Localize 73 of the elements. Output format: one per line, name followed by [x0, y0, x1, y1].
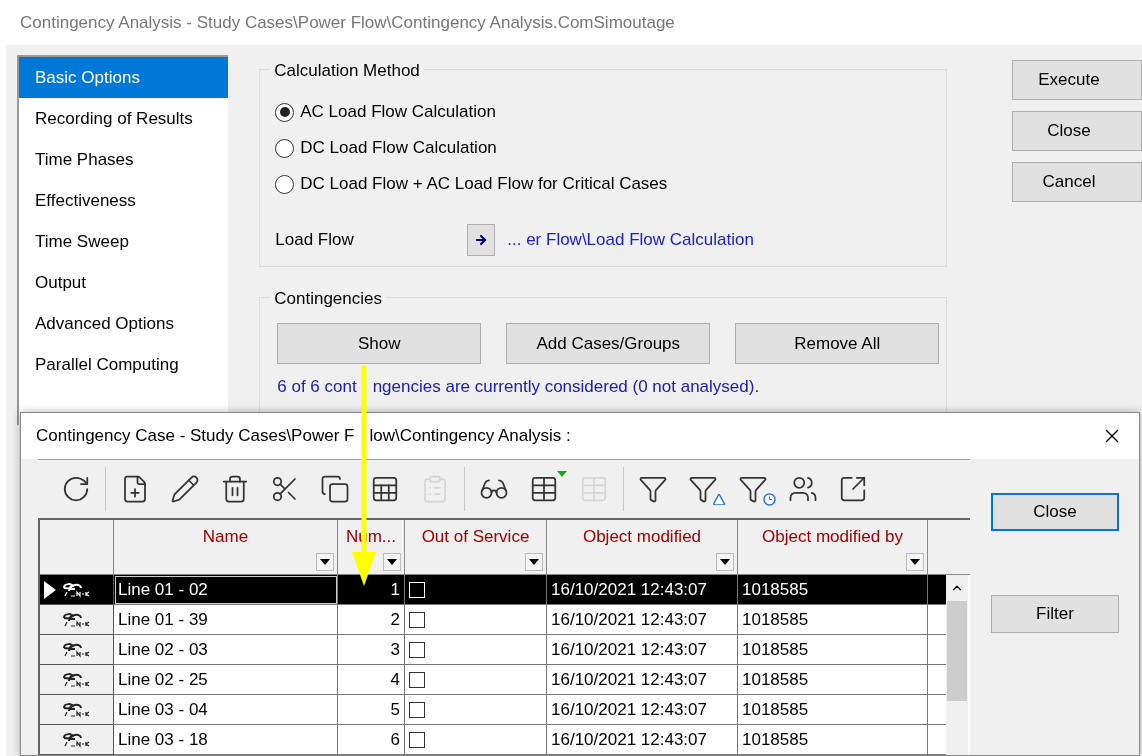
table-cell: 4 — [338, 665, 405, 695]
load-flow-link[interactable]: ... er Flow\Load Flow Calculation — [507, 227, 754, 253]
checkbox[interactable] — [409, 611, 425, 628]
dialog-button[interactable]: Cancel — [1012, 162, 1142, 202]
table-cell: 1018585 — [738, 575, 928, 605]
table-cell: Line 01 - 39 — [114, 605, 338, 635]
table-cell: Line 02 - 03 — [114, 635, 338, 665]
dialog-button[interactable]: Execute — [1012, 60, 1142, 100]
column-header[interactable]: Object modified — [582, 524, 702, 550]
row-header[interactable] — [40, 605, 114, 635]
column-header[interactable]: Name — [202, 524, 249, 550]
checkbox[interactable] — [409, 701, 425, 718]
sidebar-item[interactable]: Basic Options — [19, 57, 229, 98]
row-header[interactable] — [40, 725, 114, 755]
row-header[interactable] — [40, 695, 114, 725]
table-cell: 5 — [338, 695, 405, 725]
dialog-title: Contingency Case - Study Cases\Power F — [36, 425, 355, 448]
table-cell: 6 — [338, 725, 405, 755]
checkbox[interactable] — [409, 641, 425, 658]
column-header[interactable]: Out of Service — [421, 524, 530, 550]
action-button[interactable]: Add Cases/Groups — [506, 323, 711, 364]
radio-button[interactable] — [275, 174, 295, 194]
table-cell: 16/10/2021 12:43:07 — [547, 605, 738, 635]
scrollbar[interactable] — [946, 575, 968, 755]
table-cell: 16/10/2021 12:43:07 — [547, 635, 738, 665]
field-label: Load Flow — [275, 229, 355, 252]
arrow-icon — [474, 233, 489, 247]
row-header[interactable] — [40, 635, 114, 665]
table-cell: 2 — [338, 605, 405, 635]
sidebar-item[interactable]: Advanced Options — [19, 303, 229, 344]
contingency-icon — [61, 581, 91, 598]
table-cell: Line 01 - 02 — [114, 575, 338, 605]
radio-label: AC Load Flow Calculation — [300, 101, 496, 124]
contingency-icon — [61, 641, 91, 658]
status-text: 6 of 6 cont — [277, 376, 357, 398]
dialog-title: low\Contingency Analysis : — [369, 425, 571, 448]
sidebar-item[interactable]: Recording of Results — [19, 98, 229, 139]
table-cell: 3 — [338, 635, 405, 665]
row-header[interactable] — [40, 665, 114, 695]
radio-button[interactable] — [275, 102, 295, 122]
contingency-icon — [61, 671, 91, 688]
action-button[interactable]: Show — [277, 323, 482, 364]
sidebar-item[interactable]: Output — [19, 262, 229, 303]
sidebar-item[interactable]: Effectiveness — [19, 180, 229, 221]
radio-button[interactable] — [275, 138, 295, 158]
table-cell: 16/10/2021 12:43:07 — [547, 575, 738, 605]
arrow-button[interactable] — [467, 224, 496, 256]
table-cell: 1 — [338, 575, 405, 605]
contingency-icon — [61, 611, 91, 628]
sidebar-item[interactable]: Time Phases — [19, 139, 229, 180]
checkbox[interactable] — [409, 731, 425, 748]
column-header[interactable]: Object modified by — [762, 524, 903, 550]
sidebar-item[interactable]: Parallel Computing — [19, 344, 229, 385]
status-text: ngencies are currently considered (0 not analysed). — [372, 376, 760, 398]
contingency-icon — [61, 701, 91, 718]
table-cell: Line 03 - 04 — [114, 695, 338, 725]
checkbox[interactable] — [409, 671, 425, 688]
current-row-icon — [44, 580, 56, 599]
dialog-button[interactable]: Filter — [991, 595, 1119, 633]
window-title: Contingency Analysis - Study Cases\Power Flow\Contingency Analysis.ComSimoutage — [20, 11, 675, 34]
table-cell: 16/10/2021 12:43:07 — [547, 665, 738, 695]
action-button[interactable]: Remove All — [735, 323, 940, 364]
radio-label: DC Load Flow Calculation — [300, 137, 497, 160]
table-cell: 16/10/2021 12:43:07 — [547, 695, 738, 725]
table-cell: Line 02 - 25 — [114, 665, 338, 695]
sidebar-item[interactable]: Time Sweep — [19, 221, 229, 262]
radio-label: DC Load Flow + AC Load Flow for Critical Cases — [300, 173, 668, 196]
table-cell: 16/10/2021 12:43:07 — [547, 725, 738, 755]
contingency-icon — [61, 731, 91, 748]
dialog-button[interactable]: Close — [991, 493, 1119, 531]
table-cell: Line 03 - 18 — [114, 725, 338, 755]
row-header[interactable] — [40, 575, 114, 605]
dialog-button[interactable]: Close — [1012, 111, 1142, 151]
